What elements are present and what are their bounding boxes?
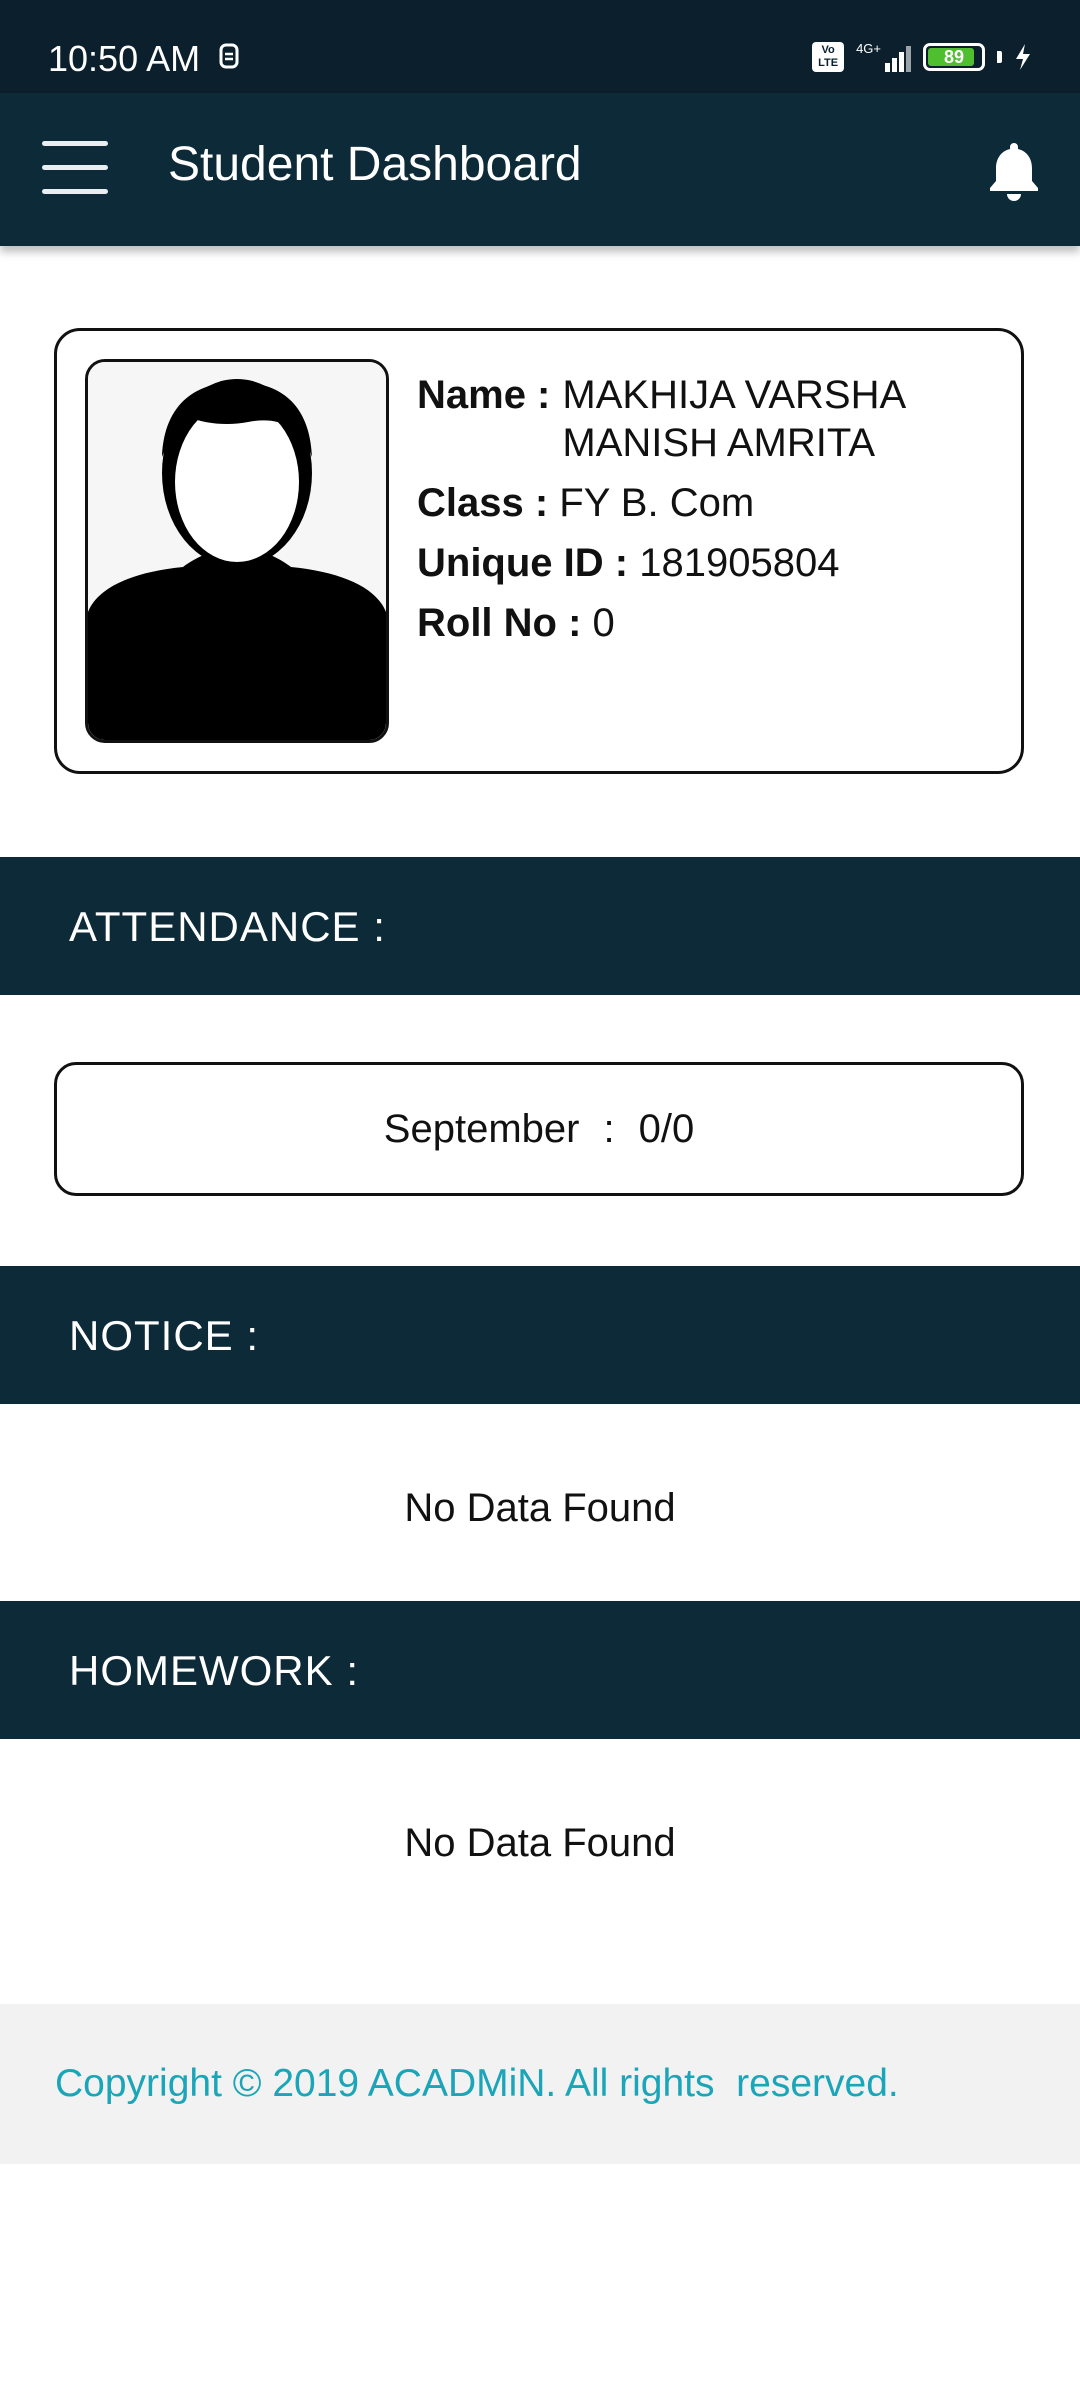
volte-icon: Vo LTE [812, 42, 845, 72]
battery-level: 89 [943, 47, 965, 67]
network-type: 4G+ [856, 41, 881, 56]
footer: Copyright © 2019 ACADMiN. All rights res… [0, 2004, 1080, 2164]
battery-icon: 89 [923, 43, 985, 71]
attendance-summary[interactable]: September : 0/0 [54, 1062, 1024, 1196]
sim-icon [219, 43, 239, 69]
user-avatar-icon [88, 362, 386, 740]
attendance-value: 0/0 [638, 1106, 695, 1151]
copyright-text: Copyright © 2019 ACADMiN. All rights res… [55, 2062, 899, 2105]
bell-icon[interactable] [984, 139, 1044, 201]
notice-title: NOTICE : [69, 1312, 260, 1359]
unique-id-label: Unique ID : [417, 541, 629, 585]
profile-info: Name : MAKHIJA VARSHA MANISH AMRITA Clas… [417, 371, 1007, 659]
notice-empty-text: No Data Found [404, 1486, 676, 1530]
name-label: Name : [417, 373, 551, 417]
notice-header: NOTICE : [0, 1266, 1080, 1404]
charging-icon [1016, 44, 1030, 70]
name-value: MAKHIJA VARSHA MANISH AMRITA [562, 373, 904, 465]
class-row: Class : FY B. Com [417, 479, 1007, 527]
name-row: Name : MAKHIJA VARSHA MANISH AMRITA [417, 371, 1007, 467]
homework-title: HOMEWORK : [69, 1647, 359, 1694]
page-title: Student Dashboard [168, 138, 582, 191]
class-label: Class : [417, 481, 549, 525]
avatar [85, 359, 389, 743]
class-value: FY B. Com [559, 481, 755, 525]
attendance-title: ATTENDANCE : [69, 903, 386, 950]
attendance-header: ATTENDANCE : [0, 857, 1080, 995]
hamburger-menu-icon[interactable] [40, 139, 112, 197]
unique-id-value: 181905804 [639, 541, 840, 585]
attendance-month: September [383, 1106, 580, 1151]
homework-empty-text: No Data Found [404, 1821, 676, 1865]
roll-no-row: Roll No : 0 [417, 599, 1007, 647]
status-time: 10:50 AM [48, 38, 201, 79]
app-bar: Student Dashboard [0, 93, 1080, 246]
homework-header: HOMEWORK : [0, 1601, 1080, 1739]
battery-tip [997, 51, 1002, 63]
signal-icon: 4G+ [856, 42, 911, 72]
unique-id-row: Unique ID : 181905804 [417, 539, 1007, 587]
status-bar: 10:50 AM Vo LTE 4G+ 89 [0, 0, 1080, 93]
roll-no-label: Roll No : [417, 601, 582, 645]
attendance-separator: : [603, 1106, 615, 1151]
roll-no-value: 0 [592, 601, 615, 645]
profile-card: Name : MAKHIJA VARSHA MANISH AMRITA Clas… [54, 328, 1024, 774]
